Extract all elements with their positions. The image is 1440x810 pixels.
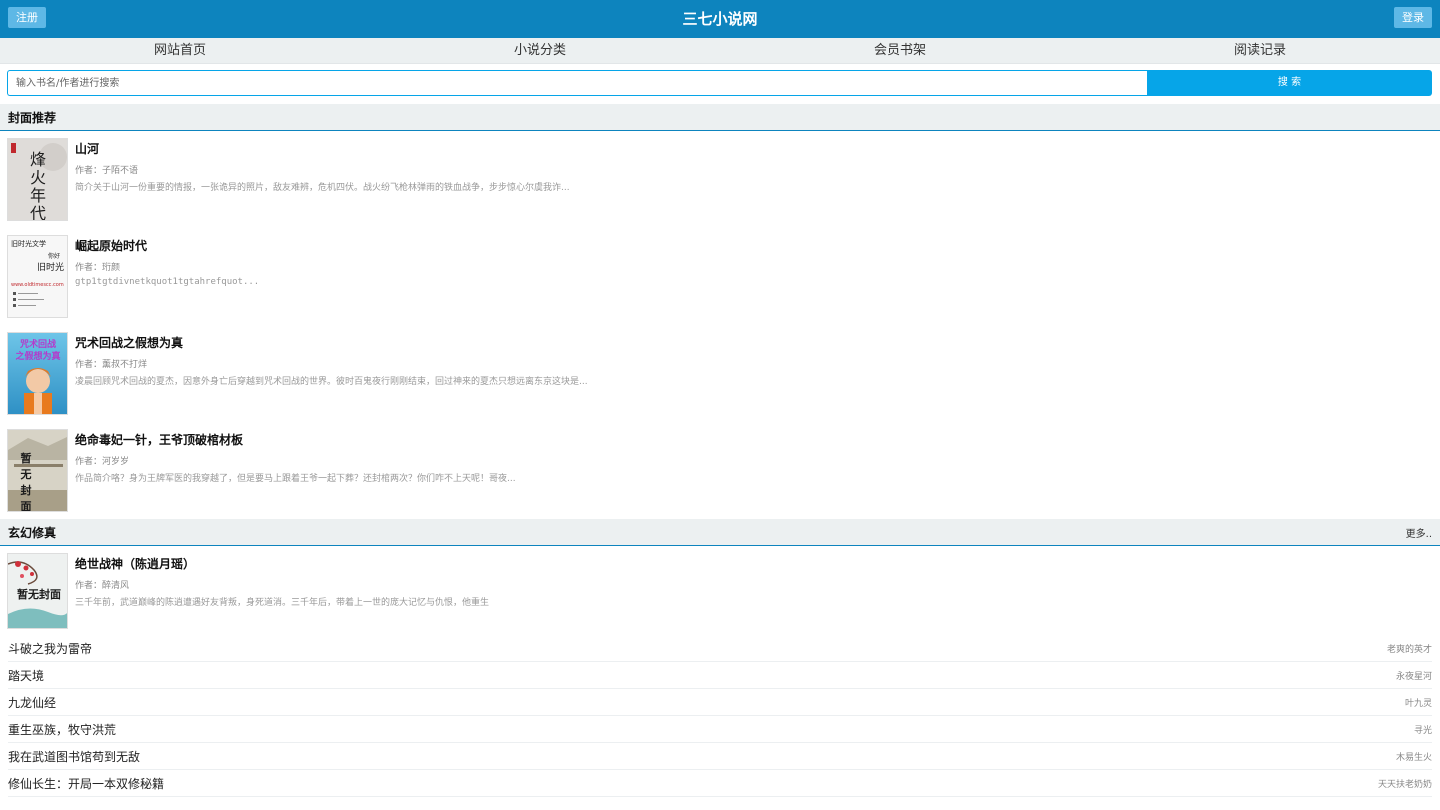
list-book-author[interactable]: 天天扶老奶奶 — [1378, 777, 1432, 790]
book-title[interactable]: 绝命毒妃一针，王爷顶破棺材板 — [75, 431, 243, 448]
list-item[interactable]: 踏天境 永夜星河 — [8, 662, 1432, 689]
list-book-title[interactable]: 踏天境 — [8, 667, 44, 684]
main-nav: 网站首页 小说分类 会员书架 阅读记录 — [0, 38, 1440, 64]
book-item[interactable]: 旧时光文学 你好 旧时光 www.oldtimescc.com 崛起原始时代 作… — [0, 228, 1440, 325]
svg-text:火: 火 — [30, 168, 46, 187]
book-cover[interactable]: 烽 火 年 代 — [7, 138, 68, 221]
book-info: 绝世战神（陈逍月瑶） 作者：醉清风 三千年前，武道巅峰的陈逍遭遇好友背叛，身死道… — [75, 553, 1432, 635]
book-intro: 凌晨回顾咒术回战的夏杰，因意外身亡后穿越到咒术回战的世界。彼时百鬼夜行刚刚结束，… — [75, 377, 588, 387]
svg-text:之假想为真: 之假想为真 — [15, 350, 60, 362]
top-header: 注册 三七小说网 登录 — [0, 0, 1440, 38]
list-item[interactable]: 修仙长生：开局一本双修秘籍 天天扶老奶奶 — [8, 770, 1432, 797]
book-author: 作者：醉清风 — [75, 581, 130, 591]
list-book-author[interactable]: 老爽的英才 — [1387, 642, 1432, 655]
nav-bookshelf[interactable]: 会员书架 — [720, 38, 1080, 63]
book-item[interactable]: 暂 无 封 面 绝命毒妃一针，王爷顶破棺材板 作者：河岁岁 作品简介咯？身为王牌… — [0, 422, 1440, 519]
book-item[interactable]: 烽 火 年 代 山河 作者：子陌不语 简介关于山河一份重要的情报，一张诡异的照片… — [0, 131, 1440, 228]
search-input[interactable] — [7, 70, 1147, 96]
book-cover[interactable]: 暂 无 封 面 — [7, 429, 68, 512]
book-intro: 三千年前，武道巅峰的陈逍遭遇好友背叛，身死道消。三千年后，带着上一世的庞大记忆与… — [75, 598, 490, 608]
section-title: 玄幻修真 — [8, 525, 57, 540]
svg-text:代: 代 — [30, 204, 46, 221]
book-title[interactable]: 山河 — [75, 140, 99, 157]
book-author: 作者：河岁岁 — [75, 457, 130, 467]
search-button[interactable]: 搜 索 — [1147, 70, 1432, 96]
svg-text:无: 无 — [20, 468, 32, 481]
svg-text:旧时光: 旧时光 — [37, 261, 64, 273]
book-info: 崛起原始时代 作者：珩颜 gtp1tgtdivnetkquot1tgtahref… — [75, 235, 1432, 325]
book-author: 作者：薰叔不打烊 — [75, 360, 148, 370]
section-title: 封面推荐 — [8, 110, 57, 125]
list-book-title[interactable]: 重生巫族，牧守洪荒 — [8, 721, 116, 738]
svg-text:旧时光文学: 旧时光文学 — [11, 239, 46, 248]
list-book-author[interactable]: 叶九灵 — [1405, 696, 1432, 709]
svg-text:烽: 烽 — [30, 150, 46, 169]
list-book-title[interactable]: 修仙长生：开局一本双修秘籍 — [8, 775, 164, 792]
list-book-author[interactable]: 木易生火 — [1396, 750, 1432, 763]
section-header-xuanhuan: 玄幻修真 更多.. — [0, 519, 1440, 546]
svg-text:暂无封面: 暂无封面 — [17, 587, 61, 601]
book-title[interactable]: 绝世战神（陈逍月瑶） — [75, 555, 195, 572]
book-intro: 作品简介咯？身为王牌军医的我穿越了，但是要马上跟着王爷一起下葬？还封棺两次？你们… — [75, 474, 516, 484]
list-item[interactable]: 九龙仙经 叶九灵 — [8, 689, 1432, 716]
book-intro: 简介关于山河一份重要的情报，一张诡异的照片，敌友难辨，危机四伏。战火纷飞枪林弹雨… — [75, 183, 570, 193]
svg-text:暂: 暂 — [21, 451, 32, 465]
book-info: 咒术回战之假想为真 作者：薰叔不打烊 凌晨回顾咒术回战的夏杰，因意外身亡后穿越到… — [75, 332, 1432, 422]
list-item[interactable]: 我在武道图书馆苟到无敌 木易生火 — [8, 743, 1432, 770]
svg-text:咒术回战: 咒术回战 — [19, 338, 56, 350]
more-link[interactable]: 更多.. — [1406, 525, 1432, 540]
svg-text:www.oldtimescc.com: www.oldtimescc.com — [11, 282, 64, 288]
nav-home[interactable]: 网站首页 — [0, 38, 360, 63]
list-item[interactable]: 斗破之我为雷帝 老爽的英才 — [8, 635, 1432, 662]
search-bar: 搜 索 — [0, 64, 1440, 104]
book-intro: gtp1tgtdivnetkquot1tgtahrefquot... — [75, 277, 260, 287]
section-header-recommend: 封面推荐 — [0, 104, 1440, 131]
list-book-author[interactable]: 永夜星河 — [1396, 669, 1432, 682]
svg-text:封: 封 — [21, 483, 32, 497]
svg-text:年: 年 — [30, 186, 46, 205]
book-author: 作者：子陌不语 — [75, 166, 139, 176]
book-info: 山河 作者：子陌不语 简介关于山河一份重要的情报，一张诡异的照片，敌友难辨，危机… — [75, 138, 1432, 228]
book-cover[interactable]: 暂无封面 — [7, 553, 68, 629]
list-book-author[interactable]: 寻光 — [1414, 723, 1432, 736]
book-info: 绝命毒妃一针，王爷顶破棺材板 作者：河岁岁 作品简介咯？身为王牌军医的我穿越了，… — [75, 429, 1432, 519]
list-item[interactable]: 重生巫族，牧守洪荒 寻光 — [8, 716, 1432, 743]
book-title[interactable]: 崛起原始时代 — [75, 237, 147, 254]
book-cover[interactable]: 咒术回战 之假想为真 — [7, 332, 68, 415]
list-book-title[interactable]: 我在武道图书馆苟到无敌 — [8, 748, 140, 765]
book-item[interactable]: 咒术回战 之假想为真 咒术回战之假想为真 作者：薰叔不打烊 凌晨回顾咒术回战的夏… — [0, 325, 1440, 422]
book-author: 作者：珩颜 — [75, 263, 121, 273]
featured-book-item[interactable]: 暂无封面 绝世战神（陈逍月瑶） 作者：醉清风 三千年前，武道巅峰的陈逍遭遇好友背… — [0, 546, 1440, 635]
list-book-title[interactable]: 九龙仙经 — [8, 694, 56, 711]
svg-text:面: 面 — [21, 500, 32, 512]
list-book-title[interactable]: 斗破之我为雷帝 — [8, 640, 92, 657]
nav-categories[interactable]: 小说分类 — [360, 38, 720, 63]
site-title[interactable]: 三七小说网 — [0, 0, 1440, 38]
login-button[interactable]: 登录 — [1394, 7, 1432, 28]
nav-history[interactable]: 阅读记录 — [1080, 38, 1440, 63]
book-title[interactable]: 咒术回战之假想为真 — [75, 334, 183, 351]
svg-text:你好: 你好 — [48, 252, 60, 260]
book-cover[interactable]: 旧时光文学 你好 旧时光 www.oldtimescc.com — [7, 235, 68, 318]
